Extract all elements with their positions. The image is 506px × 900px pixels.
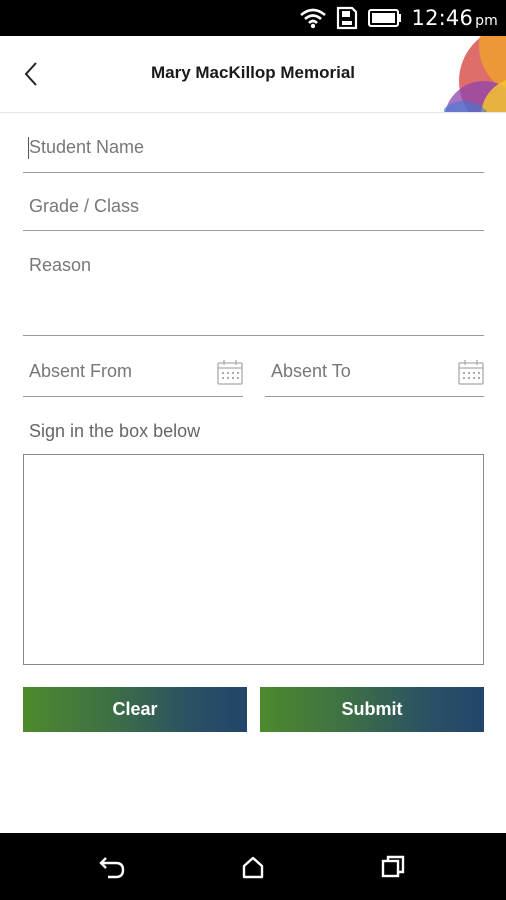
status-icons: 12:46 pm <box>299 0 498 36</box>
absent-to-placeholder: Absent To <box>271 361 351 381</box>
nav-home-button[interactable] <box>233 851 273 883</box>
clear-button[interactable]: Clear <box>23 687 247 732</box>
grade-class-placeholder: Grade / Class <box>29 196 140 216</box>
back-arrow-icon <box>99 857 125 879</box>
sd-card-icon <box>336 6 358 30</box>
calendar-icon[interactable] <box>458 359 484 385</box>
absent-from-field[interactable]: Absent From <box>23 347 243 397</box>
student-name-field[interactable]: Student Name <box>23 124 484 173</box>
student-name-placeholder: Student Name <box>29 137 145 157</box>
reason-placeholder: Reason <box>29 255 92 275</box>
page-title: Mary MacKillop Memorial <box>150 63 356 82</box>
sign-label: Sign in the box below <box>29 421 201 441</box>
battery-icon <box>367 9 402 27</box>
clock: 12:46 pm <box>412 6 498 30</box>
wifi-icon <box>299 7 326 29</box>
recents-icon <box>381 855 405 878</box>
logo-decoration <box>444 36 506 112</box>
app-header: Mary MacKillop Memorial <box>0 36 506 113</box>
navigation-bar <box>0 833 506 900</box>
status-bar: 12:46 pm <box>0 0 506 36</box>
absent-to-field[interactable]: Absent To <box>265 347 484 397</box>
absent-from-placeholder: Absent From <box>29 361 133 381</box>
clock-ampm: pm <box>475 13 498 29</box>
submit-button[interactable]: Submit <box>260 687 484 732</box>
clock-time: 12:46 <box>411 6 474 30</box>
home-icon <box>242 856 264 879</box>
nav-recents-button[interactable] <box>373 851 413 883</box>
signature-pad[interactable] <box>23 454 484 665</box>
reason-field[interactable]: Reason <box>23 241 484 336</box>
nav-back-button[interactable] <box>92 851 132 883</box>
grade-class-field[interactable]: Grade / Class <box>23 182 484 231</box>
calendar-icon[interactable] <box>217 359 243 385</box>
